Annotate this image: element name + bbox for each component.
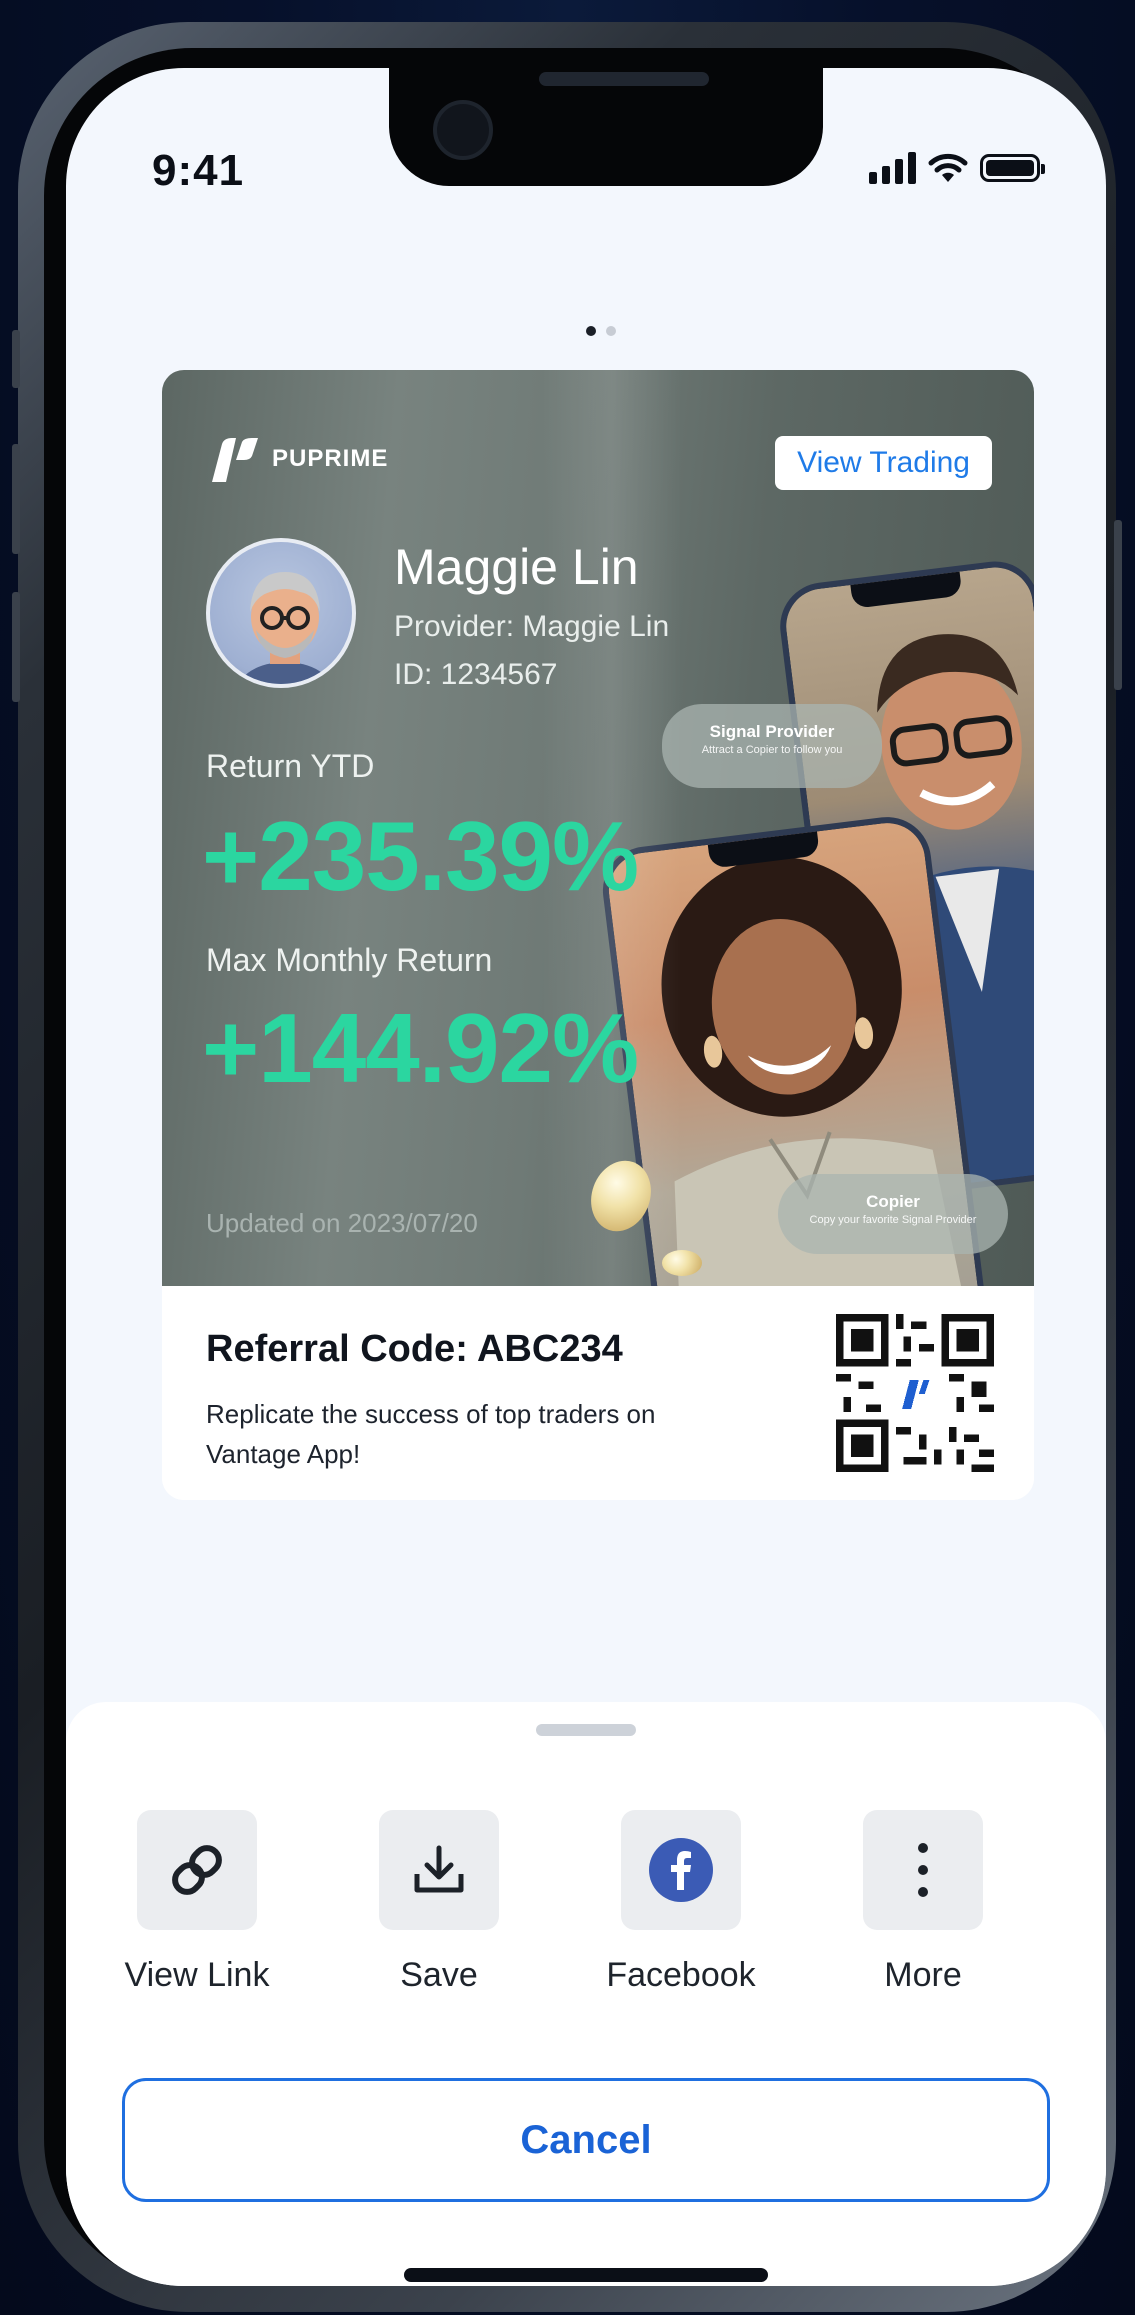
volume-down-button [12, 592, 20, 702]
share-card: PUPRIME View Trading Maggie Lin Provider… [162, 370, 1034, 1500]
page-indicator[interactable] [586, 326, 616, 336]
trader-name: Maggie Lin [394, 539, 639, 595]
copier-subtitle: Copy your favorite Signal Provider [809, 1214, 977, 1226]
updated-date: Updated on 2023/07/20 [206, 1208, 478, 1238]
signal-provider-title: Signal Provider [709, 722, 835, 741]
share-label: More [884, 1956, 962, 1994]
puprime-logo-icon [212, 438, 258, 482]
sheet-grabber[interactable] [536, 1724, 636, 1736]
download-icon [414, 1845, 464, 1893]
volume-up-button [12, 444, 20, 554]
coin-decoration [662, 1250, 702, 1276]
max-monthly-return-label: Max Monthly Return [206, 942, 493, 978]
coin-decoration [581, 1152, 661, 1240]
avatar [206, 538, 356, 688]
facebook-tile[interactable] [621, 1810, 741, 1930]
share-label: View Link [124, 1956, 270, 1994]
more-tile[interactable] [863, 1810, 983, 1930]
view-link-tile[interactable] [137, 1810, 257, 1930]
referral-section: Referral Code: ABC234 Replicate the succ… [162, 1286, 1034, 1500]
cellular-signal-icon [869, 152, 916, 184]
provider-id: ID: 1234567 [394, 658, 558, 691]
power-button [1114, 520, 1122, 690]
copier-pill: Copier Copy your favorite Signal Provide… [778, 1174, 1008, 1254]
brand-name: PUPRIME [272, 445, 389, 472]
share-facebook[interactable]: Facebook [596, 1810, 766, 1995]
phone-screen: 9:41 PUPRIME View Trading Maggie Lin Pro… [66, 68, 1106, 2286]
cancel-button[interactable]: Cancel [122, 2078, 1050, 2202]
battery-icon [980, 154, 1045, 182]
return-ytd-value: +235.39% [202, 801, 639, 911]
page-dot-active[interactable] [586, 326, 596, 336]
return-ytd-label: Return YTD [206, 748, 375, 784]
home-indicator[interactable] [404, 2268, 768, 2282]
status-icons [869, 152, 1045, 184]
referral-description: Replicate the success of top traders on … [206, 1399, 656, 1469]
front-camera [433, 100, 493, 160]
avatar-illustration [238, 572, 332, 684]
page-dot[interactable] [606, 326, 616, 336]
notch [389, 68, 823, 186]
qr-code-icon [836, 1314, 994, 1472]
provider-line: Provider: Maggie Lin [394, 610, 670, 643]
share-more[interactable]: More [838, 1810, 1008, 1995]
share-view-link[interactable]: View Link [112, 1810, 282, 1995]
link-icon [172, 1845, 222, 1895]
copier-title: Copier [866, 1192, 920, 1211]
max-monthly-return-value: +144.92% [202, 993, 639, 1103]
silent-switch [12, 330, 20, 388]
share-save[interactable]: Save [354, 1810, 524, 1995]
brand-logo: PUPRIME [206, 434, 388, 484]
share-sheet: View Link Save Facebook More Cancel [66, 1702, 1106, 2286]
share-label: Save [400, 1956, 478, 1994]
card-hero: PUPRIME View Trading Maggie Lin Provider… [162, 370, 1034, 1428]
referral-code: Referral Code: ABC234 [206, 1328, 623, 1370]
more-vertical-icon [918, 1843, 928, 1897]
earpiece [539, 72, 709, 86]
wifi-icon [928, 153, 968, 182]
signal-provider-pill: Signal Provider Attract a Copier to foll… [662, 704, 882, 788]
facebook-icon [649, 1838, 713, 1902]
status-time: 9:41 [152, 146, 245, 195]
signal-provider-subtitle: Attract a Copier to follow you [701, 744, 843, 756]
save-tile[interactable] [379, 1810, 499, 1930]
view-trading-button[interactable]: View Trading [775, 436, 992, 490]
share-label: Facebook [606, 1956, 756, 1994]
